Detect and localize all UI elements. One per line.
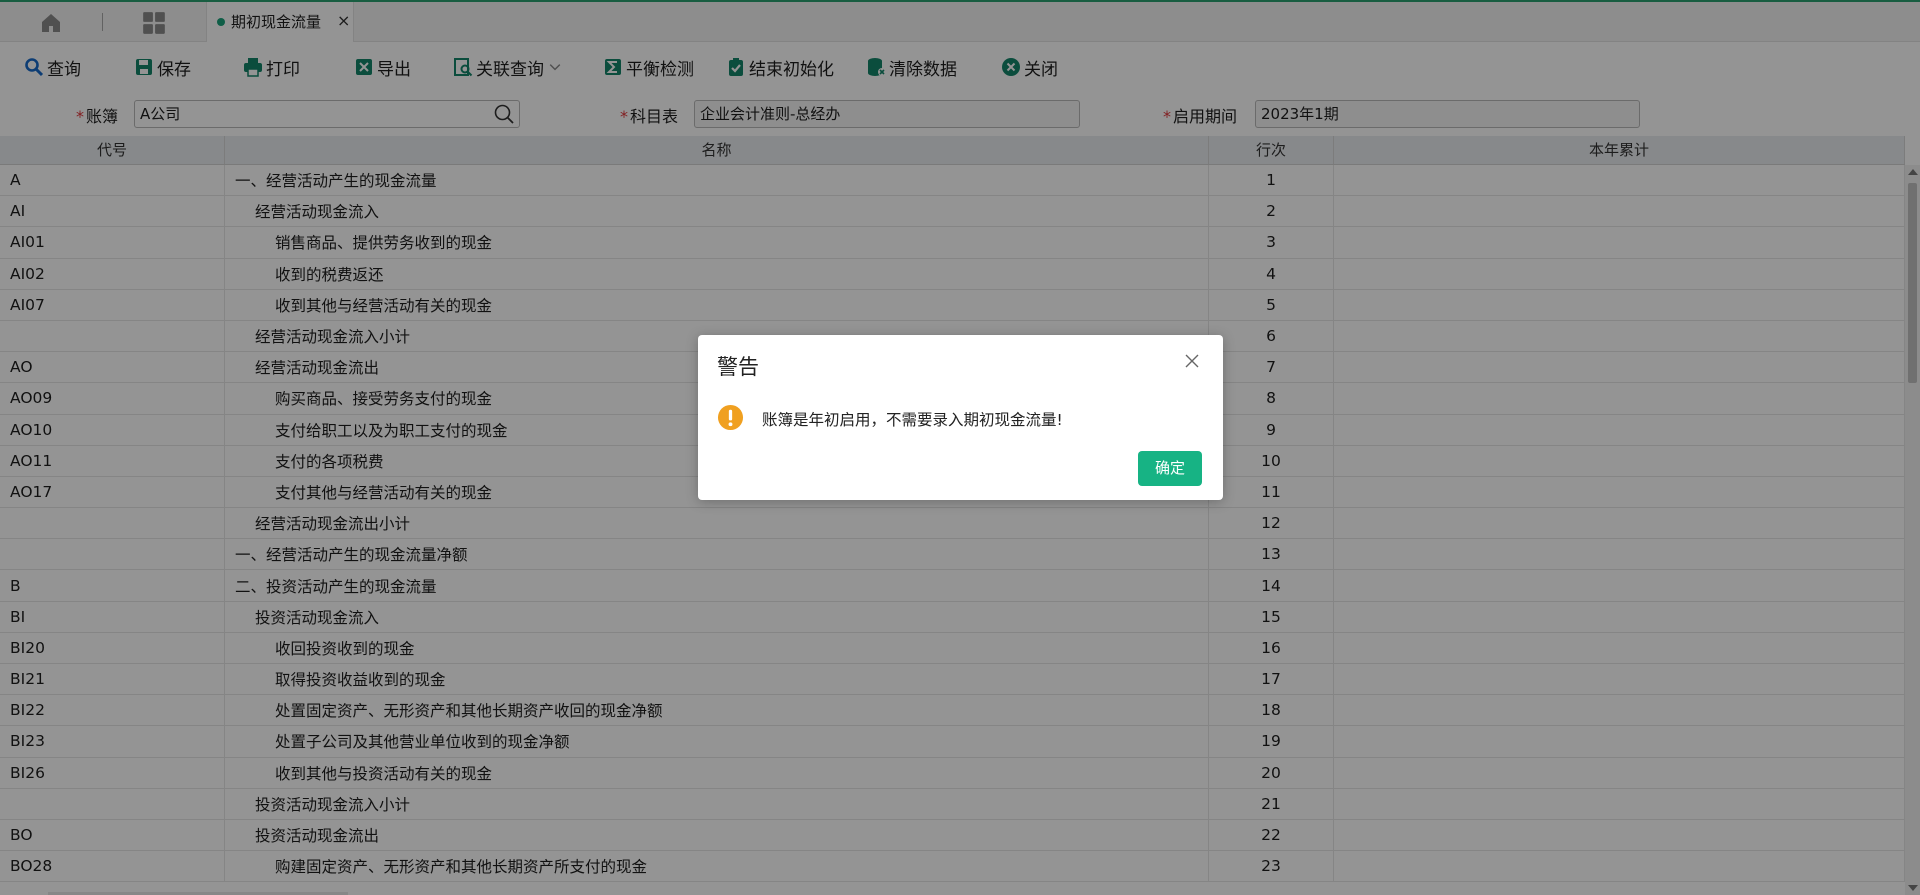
warning-icon bbox=[717, 404, 744, 431]
close-icon[interactable] bbox=[1184, 353, 1200, 369]
warning-dialog: 警告 账簿是年初启用，不需要录入期初现金流量! 确定 bbox=[698, 335, 1223, 500]
dialog-message: 账簿是年初启用，不需要录入期初现金流量! bbox=[762, 411, 1063, 429]
confirm-button[interactable]: 确定 bbox=[1138, 451, 1202, 486]
dialog-title: 警告 bbox=[717, 355, 759, 379]
